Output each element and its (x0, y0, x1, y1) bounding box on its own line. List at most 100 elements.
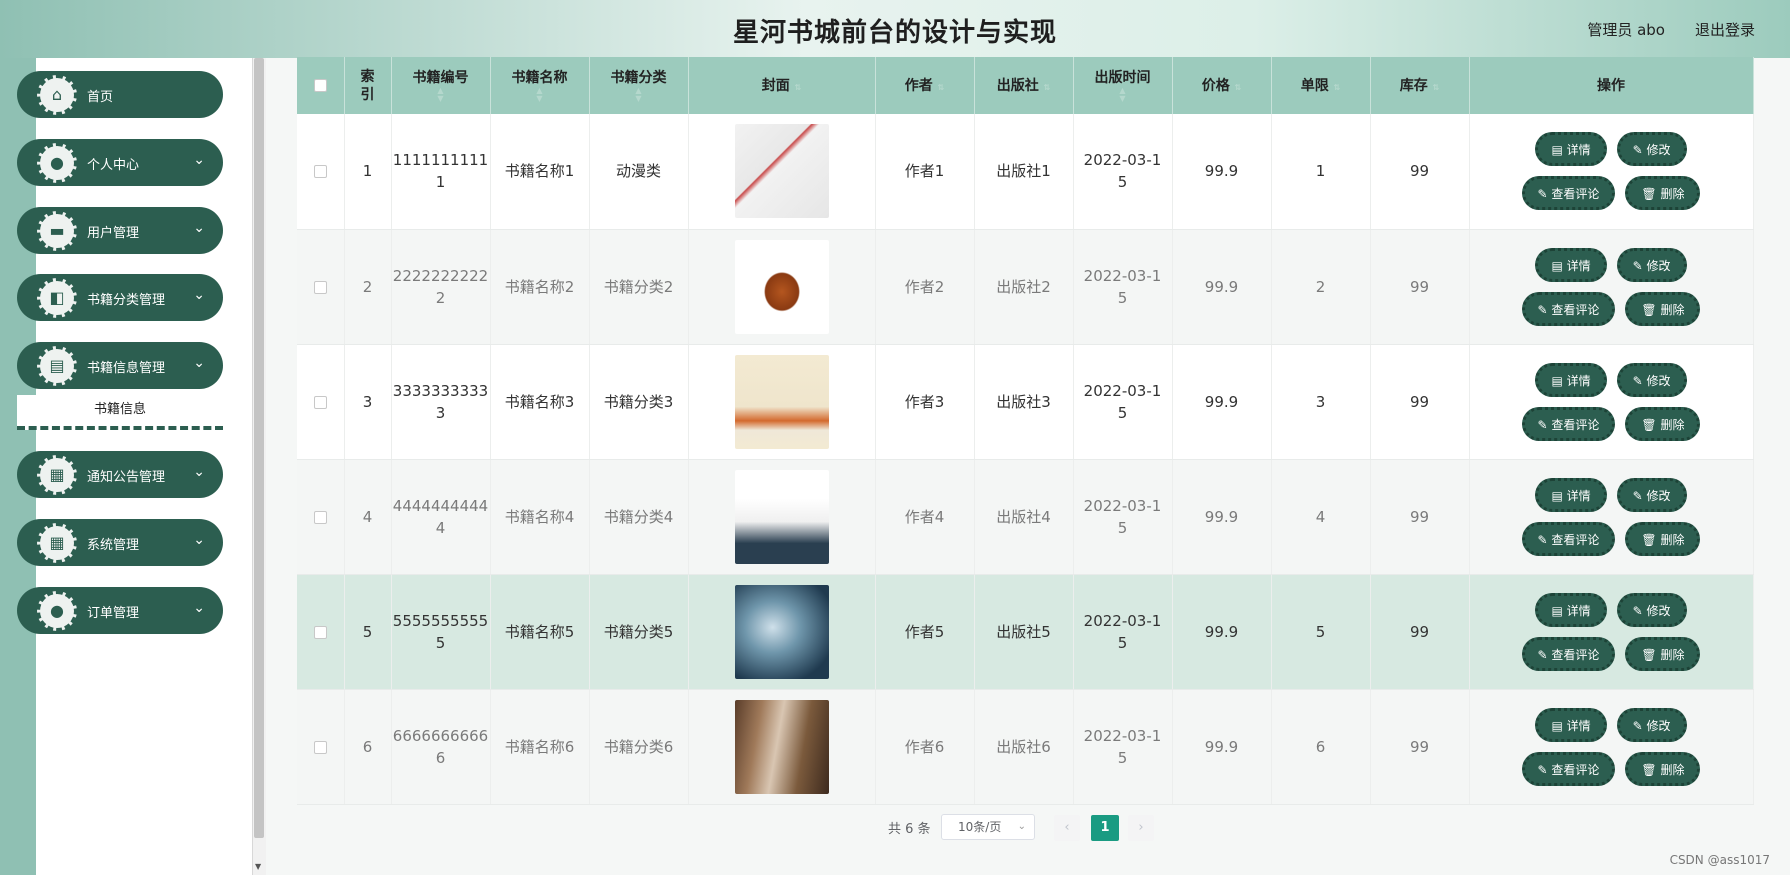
view-comments-button[interactable]: ✎ 查看评论 (1521, 636, 1616, 671)
sidebar-item-4[interactable]: ▤ 书籍信息管理 ⌄ (17, 342, 223, 389)
delete-button[interactable]: 🗑 删除 (1625, 406, 1701, 441)
book-cover-image[interactable] (734, 584, 829, 679)
row-checkbox[interactable] (313, 625, 327, 639)
column-header-category[interactable]: 书籍分类 ▲ ▼ (589, 57, 689, 114)
page-number-button[interactable]: 1 (1091, 815, 1119, 841)
code-value: 4444444444 (392, 496, 489, 515)
table-row: 1 1111111111 1 书籍名称1 动漫类 作者1 出版社1 2022-03-1 5 99.… (297, 114, 1754, 230)
sidebar-item-0[interactable]: ⌂ 首页 (17, 71, 223, 118)
delete-button[interactable]: 🗑 删除 (1625, 176, 1701, 211)
sidebar-item-2[interactable]: ▬ 用户管理 ⌄ (17, 207, 223, 254)
sort-icon[interactable]: ⇅ (938, 83, 945, 92)
column-header-code[interactable]: 书籍编号 ▲ ▼ (391, 57, 491, 114)
book-cover-image[interactable] (734, 354, 829, 449)
book-cover-image[interactable] (734, 124, 829, 219)
sidebar-item-1[interactable]: ● 个人中心 ⌄ (17, 139, 223, 186)
book-cover-image[interactable] (734, 239, 829, 334)
column-header-price[interactable]: 价格 ⇅ (1172, 57, 1272, 114)
row-checkbox[interactable] (313, 510, 327, 524)
price-cell: 99.9 (1172, 229, 1272, 345)
select-cell[interactable] (297, 114, 345, 230)
book-cover-image[interactable] (734, 469, 829, 564)
select-all-checkbox[interactable] (313, 79, 327, 92)
date-cell: 2022-03-1 5 (1073, 344, 1173, 460)
author-cell: 作者3 (875, 344, 975, 460)
edit-button[interactable]: ✎ 修改 (1616, 477, 1687, 512)
sort-icon[interactable]: ⇅ (1334, 83, 1341, 92)
home-icon: ⌂ (37, 75, 77, 115)
document-icon: ▤ (1551, 603, 1567, 618)
prev-page-button[interactable]: ‹ (1054, 815, 1080, 841)
delete-button[interactable]: 🗑 删除 (1625, 521, 1701, 556)
price-cell: 99.9 (1172, 574, 1272, 690)
detail-button[interactable]: ▤ 详情 (1535, 362, 1607, 397)
view-comments-button[interactable]: ✎ 查看评论 (1521, 521, 1616, 556)
sort-icon[interactable]: ▲ ▼ (491, 86, 589, 103)
stock-cell: 99 (1370, 229, 1470, 345)
delete-button[interactable]: 🗑 删除 (1625, 636, 1701, 671)
edit-button[interactable]: ✎ 修改 (1616, 592, 1687, 627)
view-comments-button[interactable]: ✎ 查看评论 (1521, 291, 1616, 326)
column-header-cover[interactable]: 封面 ⇅ (688, 57, 876, 114)
sort-icon[interactable]: ⇅ (1433, 83, 1440, 92)
delete-button[interactable]: 🗑 删除 (1625, 291, 1701, 326)
select-cell[interactable] (297, 689, 345, 805)
column-header-stock[interactable]: 库存 ⇅ (1370, 57, 1470, 114)
detail-button[interactable]: ▤ 详情 (1535, 707, 1607, 742)
sort-icon[interactable]: ⇅ (795, 83, 802, 92)
sidebar-item-7[interactable]: ● 订单管理 ⌄ (17, 587, 223, 634)
sort-icon[interactable]: ⇅ (1044, 83, 1051, 92)
book-cover-image[interactable] (734, 699, 829, 794)
limit-cell: 3 (1271, 344, 1371, 460)
select-cell[interactable] (297, 574, 345, 690)
next-page-button[interactable]: › (1128, 815, 1154, 841)
column-header-author[interactable]: 作者 ⇅ (875, 57, 975, 114)
price-cell: 99.9 (1172, 689, 1272, 805)
select-cell[interactable] (297, 459, 345, 575)
document-icon: ▤ (1551, 143, 1567, 158)
view-comments-button[interactable]: ✎ 查看评论 (1521, 751, 1616, 786)
column-label: 作者 (904, 77, 933, 94)
document-icon: ▤ (1551, 258, 1567, 273)
edit-button[interactable]: ✎ 修改 (1616, 247, 1687, 282)
page-size-select[interactable]: 10条/页 ⌄ (941, 814, 1035, 840)
column-header-limit[interactable]: 单限 ⇅ (1271, 57, 1371, 114)
total-count: 共 6 条 (888, 822, 931, 837)
logout-link[interactable]: 退出登录 (1695, 19, 1755, 40)
sidebar-item-3[interactable]: ◧ 书籍分类管理 ⌄ (17, 274, 223, 321)
column-header-publisher[interactable]: 出版社 ⇅ (974, 57, 1074, 114)
detail-button[interactable]: ▤ 详情 (1535, 247, 1607, 282)
scroll-down-icon[interactable]: ▼ (255, 862, 261, 871)
sort-icon[interactable]: ▲ ▼ (1074, 86, 1172, 103)
row-checkbox[interactable] (313, 165, 327, 179)
detail-button[interactable]: ▤ 详情 (1535, 132, 1607, 167)
column-header-name[interactable]: 书籍名称 ▲ ▼ (490, 57, 590, 114)
sort-icon[interactable]: ⇅ (1235, 83, 1242, 92)
sidebar-item-5[interactable]: ▦ 通知公告管理 ⌄ (17, 451, 223, 498)
row-checkbox[interactable] (313, 395, 327, 409)
detail-button[interactable]: ▤ 详情 (1535, 592, 1607, 627)
button-label: 修改 (1646, 718, 1671, 733)
date-cell: 2022-03-1 5 (1073, 459, 1173, 575)
index-cell: 1 (344, 114, 392, 230)
select-cell[interactable] (297, 229, 345, 345)
detail-button[interactable]: ▤ 详情 (1535, 477, 1607, 512)
view-comments-button[interactable]: ✎ 查看评论 (1521, 406, 1616, 441)
edit-button[interactable]: ✎ 修改 (1616, 362, 1687, 397)
row-checkbox[interactable] (313, 280, 327, 294)
edit-button[interactable]: ✎ 修改 (1616, 707, 1687, 742)
view-comments-button[interactable]: ✎ 查看评论 (1521, 176, 1616, 211)
delete-button[interactable]: 🗑 删除 (1625, 751, 1701, 786)
sort-icon[interactable]: ▲ ▼ (392, 86, 490, 103)
select-all-header[interactable] (297, 57, 345, 114)
grid-icon-glyph: ▦ (49, 465, 65, 484)
button-label: 详情 (1566, 488, 1591, 503)
sort-icon[interactable]: ▲ ▼ (590, 86, 688, 103)
select-cell[interactable] (297, 344, 345, 460)
scrollbar-thumb[interactable] (254, 58, 264, 838)
column-header-date[interactable]: 出版时间 ▲ ▼ (1073, 57, 1173, 114)
row-checkbox[interactable] (313, 740, 327, 754)
submenu-book-info[interactable]: 书籍信息 (17, 395, 223, 430)
edit-button[interactable]: ✎ 修改 (1616, 132, 1687, 167)
sidebar-item-6[interactable]: ▦ 系统管理 ⌄ (17, 519, 223, 566)
